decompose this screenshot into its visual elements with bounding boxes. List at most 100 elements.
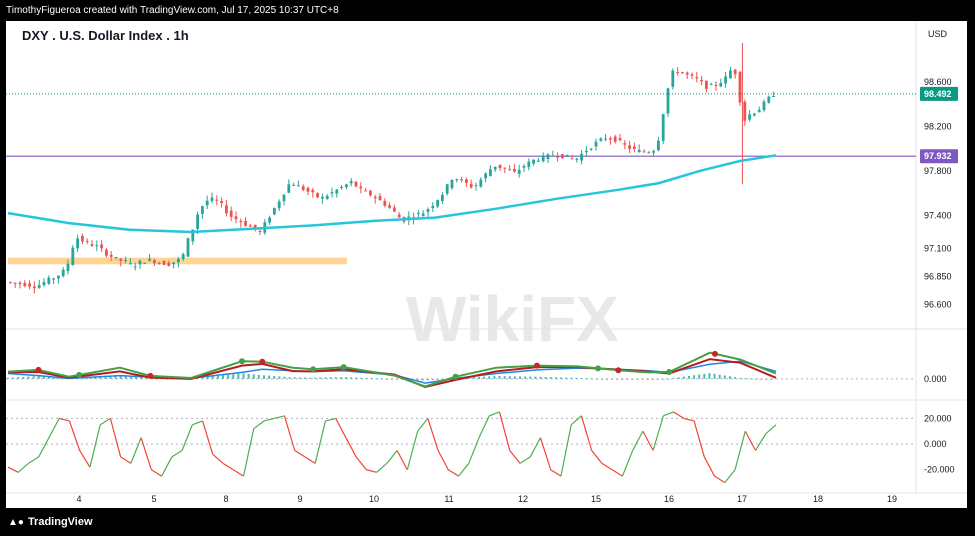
time-tick-label: 16: [664, 494, 674, 504]
candle-body: [474, 185, 478, 187]
price-tick-label: 98.600: [924, 77, 952, 87]
candle-body: [700, 79, 703, 82]
candle-body: [76, 238, 79, 249]
candle-body: [393, 207, 396, 212]
candle-body: [594, 141, 598, 147]
oscillator-segment: [498, 411, 511, 451]
macd-cross-dot: [340, 364, 347, 371]
oscillator-segment: [253, 420, 265, 430]
oscillator-segment: [642, 430, 654, 451]
macd-histogram-bar: [488, 376, 491, 379]
candle-body: [124, 259, 127, 261]
candle-body: [541, 155, 545, 162]
oscillator-segment: [591, 450, 603, 464]
candle-body: [225, 205, 228, 214]
oscillator-segment: [693, 420, 705, 458]
macd-histogram-bar: [728, 376, 731, 379]
candle-body: [661, 114, 665, 141]
chart-credit-bar: TimothyFigueroa created with TradingView…: [0, 0, 975, 21]
macd-histogram-bar: [570, 377, 573, 379]
macd-histogram-bar: [324, 377, 327, 379]
macd-histogram-bar: [472, 377, 475, 379]
macd-cross-dot: [615, 367, 622, 374]
macd-histogram-bar: [508, 376, 511, 379]
macd-histogram-bar: [12, 377, 15, 379]
candle-body: [498, 164, 502, 169]
candle-body: [244, 220, 247, 226]
candle-body: [359, 186, 363, 189]
oscillator-segment: [673, 411, 685, 419]
candle-body: [546, 154, 550, 160]
macd-histogram-bar: [534, 376, 537, 379]
candle-body: [565, 154, 569, 157]
candle-body: [109, 254, 113, 257]
candle-body: [9, 282, 12, 284]
macd-histogram-bar: [257, 374, 260, 379]
candle-body: [479, 179, 483, 187]
oscillator-segment: [663, 411, 674, 417]
macd-histogram-bar: [606, 378, 609, 380]
candle-body: [297, 185, 300, 187]
candle-body: [373, 196, 377, 199]
macd-cross-dot: [259, 358, 266, 365]
macd-histogram-bar: [303, 377, 306, 379]
oscillator-segment: [468, 437, 480, 464]
osc-tick-label: -20.000: [924, 465, 955, 475]
macd-histogram-bar: [263, 375, 265, 379]
oscillator-segment: [222, 462, 234, 471]
macd-histogram-bar: [298, 377, 301, 379]
candle-body: [647, 152, 651, 154]
candle-body: [738, 71, 742, 103]
candle-body: [421, 213, 425, 217]
macd-histogram-bar: [365, 377, 368, 379]
macd-histogram-bar: [242, 373, 245, 379]
price-axis[interactable]: 98.600 98.200 97.800 97.400 97.100 96.850 96.6…: [924, 77, 955, 475]
candle-body: [652, 151, 655, 153]
candle-body: [681, 72, 684, 74]
candle-body: [378, 196, 382, 201]
macd-histogram-bar: [513, 376, 516, 379]
candle-body: [100, 244, 103, 249]
macd-histogram-bar: [431, 378, 434, 380]
macd-cross-dot: [711, 350, 718, 357]
candle-body: [249, 225, 252, 227]
macd-histogram-bar: [687, 375, 690, 379]
macd-cross-dot: [533, 362, 540, 369]
chart-canvas[interactable]: WikiFX 98.600 98.200 97.800 97.400 97.100 96.…: [6, 21, 967, 508]
candle-body: [628, 145, 631, 149]
macd-histogram-bar: [672, 378, 675, 379]
macd-cross-dot: [35, 366, 42, 373]
time-tick-label: 11: [444, 494, 453, 504]
candle-body: [426, 209, 430, 213]
candle-body: [220, 201, 223, 203]
macd-histogram-bar: [396, 378, 399, 380]
oscillator-segment: [580, 415, 593, 451]
candle-body: [642, 151, 646, 153]
candle-body: [676, 72, 679, 74]
time-axis[interactable]: 4 5 8 9 10 11 12 15 16 17 18 19: [76, 494, 897, 504]
macd-histogram-bar: [329, 377, 332, 379]
candle-body: [172, 262, 175, 265]
candle-body: [522, 165, 526, 168]
oscillator-segment: [89, 424, 101, 468]
candle-body: [489, 169, 492, 177]
oscillator-segment: [437, 450, 449, 471]
oscillator-segment: [478, 415, 490, 438]
macd-histogram-bar: [708, 373, 711, 379]
macd-histogram-bar: [237, 373, 240, 379]
oscillator-segment: [355, 456, 367, 471]
candle-body: [537, 160, 540, 162]
candle-body: [311, 189, 315, 193]
candle-body: [153, 260, 156, 264]
candle-body: [162, 260, 166, 265]
macd-histogram-bar: [595, 378, 598, 380]
oscillator-segment: [140, 437, 152, 470]
candle-body: [508, 169, 511, 171]
macd-histogram-bar: [380, 378, 383, 380]
candle-body: [705, 80, 708, 89]
tradingview-logo[interactable]: ▲● TradingView: [8, 516, 93, 528]
macd-histogram-bar: [232, 374, 235, 379]
macd-histogram-bar: [391, 378, 393, 380]
macd-histogram-bar: [631, 378, 634, 380]
oscillator-segment: [652, 415, 664, 451]
